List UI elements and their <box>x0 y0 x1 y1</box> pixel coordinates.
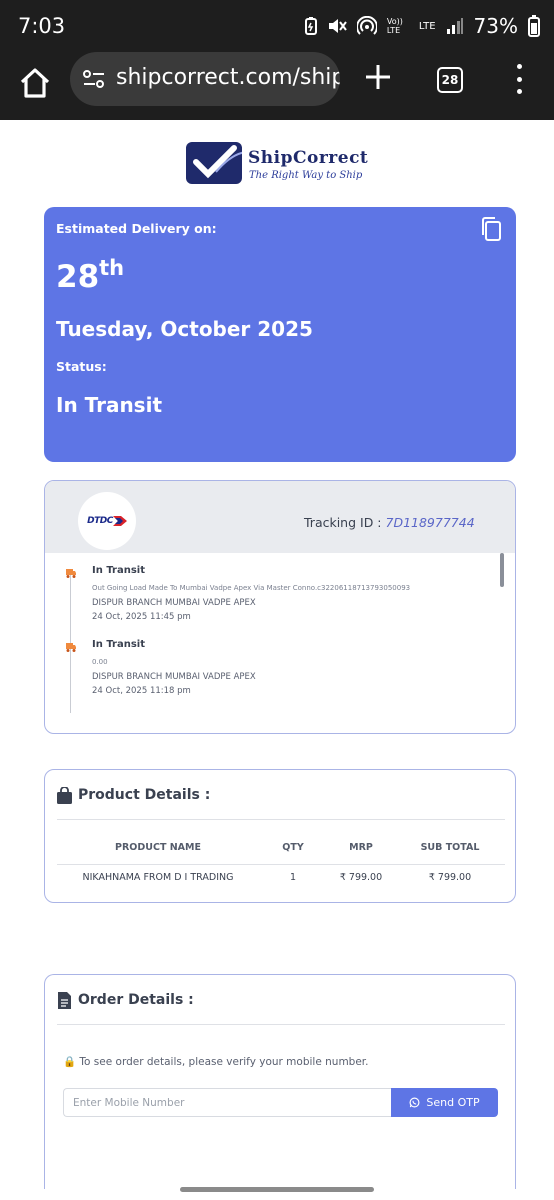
send-otp-label: Send OTP <box>426 1096 480 1109</box>
event-time: 24 Oct, 2025 11:18 pm <box>92 686 191 696</box>
volte-indicator: Vo)) LTE <box>386 17 403 35</box>
copy-icon[interactable] <box>480 216 502 242</box>
tracking-timeline[interactable]: In Transit Out Going Load Made To Mumbai… <box>45 553 515 718</box>
order-details-card: Order Details : 🔒 To see order details, … <box>44 974 516 1189</box>
delivery-day: 28th <box>56 256 125 295</box>
gesture-home-bar[interactable] <box>180 1187 374 1192</box>
document-icon <box>58 992 71 1009</box>
col-header-qty: QTY <box>282 842 304 853</box>
shopping-bag-icon <box>57 787 72 804</box>
battery-icon <box>528 15 540 37</box>
logo-tagline: The Right Way to Ship <box>249 170 363 181</box>
verify-message: 🔒 To see order details, please verify yo… <box>63 1056 369 1068</box>
in-transit-icon <box>66 643 76 652</box>
home-icon[interactable] <box>18 66 52 100</box>
whatsapp-icon <box>409 1097 420 1108</box>
logo-checkmark-icon <box>186 142 247 184</box>
product-details-card: Product Details : PRODUCT NAME QTY MRP S… <box>44 769 516 903</box>
battery-saver-icon <box>304 17 317 35</box>
new-tab-icon[interactable] <box>363 62 393 92</box>
tracking-id: Tracking ID : 7D118977744 <box>304 515 475 530</box>
order-details-title: Order Details : <box>78 992 194 1008</box>
event-title: In Transit <box>92 565 146 576</box>
browser-menu-icon[interactable] <box>511 64 527 94</box>
lte-indicator: LTE <box>418 20 436 32</box>
cell-subtotal: ₹ 799.00 <box>428 872 472 883</box>
event-description: Out Going Load Made To Mumbai Vadpe Apex… <box>92 584 411 592</box>
event-location: DISPUR BRANCH MUMBAI VADPE APEX <box>92 598 256 608</box>
event-description: 0.00 <box>92 658 108 666</box>
event-location: DISPUR BRANCH MUMBAI VADPE APEX <box>92 672 256 682</box>
site-settings-icon[interactable] <box>82 69 106 89</box>
status-label: Status: <box>56 359 107 374</box>
divider <box>57 864 505 865</box>
product-details-title: Product Details : <box>78 787 211 803</box>
in-transit-icon <box>66 569 76 578</box>
url-bar[interactable]: shipcorrect.com/ship <box>70 52 340 106</box>
status-bar: 7:03 Vo)) LTE LTE 73% <box>0 0 554 50</box>
cell-qty: 1 <box>289 872 297 883</box>
col-header-product-name: PRODUCT NAME <box>115 842 201 853</box>
battery-percent: 73% <box>473 14 518 38</box>
status-time: 7:03 <box>18 14 66 38</box>
timeline-scrollbar[interactable] <box>500 553 504 587</box>
tab-switcher-button[interactable]: 28 <box>437 67 463 93</box>
url-text: shipcorrect.com/ship <box>116 65 340 90</box>
mobile-number-input[interactable] <box>63 1088 392 1117</box>
shipcorrect-logo[interactable]: ShipCorrect The Right Way to Ship <box>186 140 376 186</box>
send-otp-button[interactable]: Send OTP <box>391 1088 498 1117</box>
courier-logo: DTDC <box>78 492 136 550</box>
logo-name: ShipCorrect <box>248 148 369 168</box>
signal-icon <box>446 18 463 34</box>
divider <box>57 819 505 820</box>
divider <box>57 1024 505 1025</box>
estimated-delivery-card: Estimated Delivery on: 28th Tuesday, Oct… <box>44 207 516 462</box>
browser-toolbar: shipcorrect.com/ship 28 <box>0 50 554 120</box>
col-header-mrp: MRP <box>349 842 373 853</box>
hotspot-icon <box>356 16 377 35</box>
tracking-card: DTDC Tracking ID : 7D118977744 In Transi… <box>44 480 516 734</box>
cell-product-name: NIKAHNAMA FROM D I TRADING <box>82 872 234 883</box>
cell-mrp: ₹ 799.00 <box>339 872 383 883</box>
delivery-date: Tuesday, October 2025 <box>56 317 313 341</box>
event-title: In Transit <box>92 639 146 650</box>
status-value: In Transit <box>56 393 163 417</box>
courier-logo-mark-icon <box>112 516 127 526</box>
status-icons: Vo)) LTE LTE 73% <box>304 14 540 38</box>
tracking-header: DTDC Tracking ID : 7D118977744 <box>45 481 515 553</box>
col-header-subtotal: SUB TOTAL <box>420 842 480 853</box>
tracking-id-value[interactable]: 7D118977744 <box>386 515 475 530</box>
event-time: 24 Oct, 2025 11:45 pm <box>92 612 191 622</box>
mute-icon <box>328 19 347 33</box>
delivery-label: Estimated Delivery on: <box>56 221 217 236</box>
